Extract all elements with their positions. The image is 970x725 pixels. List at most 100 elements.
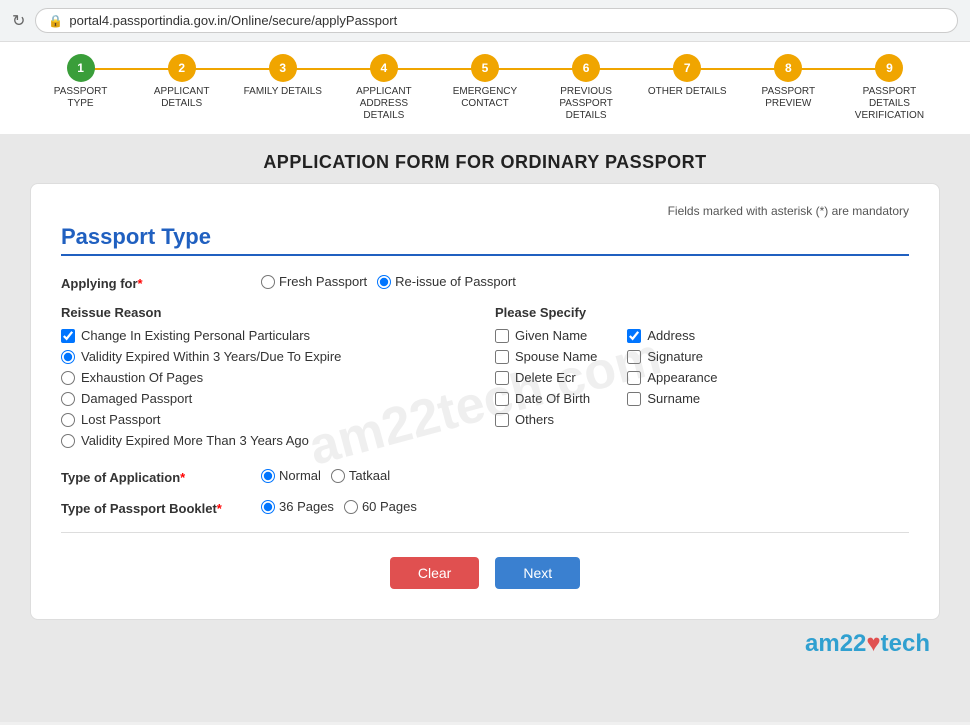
- normal-label: Normal: [279, 468, 321, 483]
- step-circle-7: 7: [673, 54, 701, 82]
- tatkaal-radio[interactable]: [331, 469, 345, 483]
- spouse-name-checkbox[interactable]: [495, 350, 509, 364]
- surname-label: Surname: [647, 391, 700, 406]
- step-circle-3: 3: [269, 54, 297, 82]
- fresh-passport-label: Fresh Passport: [279, 274, 367, 289]
- step-circle-5: 5: [471, 54, 499, 82]
- page-title: APPLICATION FORM FOR ORDINARY PASSPORT: [0, 134, 970, 183]
- step-label-2: APPLICANT DETAILS: [142, 86, 222, 110]
- reissue-left: Reissue Reason Change In Existing Person…: [61, 305, 475, 454]
- reissue-option-lost[interactable]: Lost Passport: [61, 412, 475, 427]
- reissue-option-damaged[interactable]: Damaged Passport: [61, 391, 475, 406]
- step-3[interactable]: 3 FAMILY DETAILS: [232, 54, 333, 98]
- appearance-checkbox[interactable]: [627, 371, 641, 385]
- lost-radio[interactable]: [61, 413, 75, 427]
- signature-item[interactable]: Signature: [627, 349, 717, 364]
- step-6[interactable]: 6 PREVIOUS PASSPORT DETAILS: [536, 54, 637, 122]
- 36pages-option[interactable]: 36 Pages: [261, 499, 334, 514]
- change-label: Change In Existing Personal Particulars: [81, 328, 310, 343]
- others-item[interactable]: Others: [495, 412, 597, 427]
- appearance-label: Appearance: [647, 370, 717, 385]
- reissue-option-validity3plus[interactable]: Validity Expired More Than 3 Years Ago: [61, 433, 475, 448]
- surname-checkbox[interactable]: [627, 392, 641, 406]
- reissue-option-exhaustion[interactable]: Exhaustion Of Pages: [61, 370, 475, 385]
- reissue-option-change[interactable]: Change In Existing Personal Particulars: [61, 328, 475, 343]
- application-type-options: Normal Tatkaal: [261, 468, 390, 483]
- exhaustion-label: Exhaustion Of Pages: [81, 370, 203, 385]
- normal-option[interactable]: Normal: [261, 468, 321, 483]
- appearance-item[interactable]: Appearance: [627, 370, 717, 385]
- 36pages-radio[interactable]: [261, 500, 275, 514]
- given-name-label: Given Name: [515, 328, 587, 343]
- signature-checkbox[interactable]: [627, 350, 641, 364]
- step-label-8: PASSPORT PREVIEW: [748, 86, 828, 110]
- page: 1 PASSPORT TYPE 2 APPLICANT DETAILS 3 FA…: [0, 42, 970, 722]
- 60pages-option[interactable]: 60 Pages: [344, 499, 417, 514]
- type-of-booklet-label: Type of Passport Booklet*: [61, 499, 261, 516]
- fresh-passport-option[interactable]: Fresh Passport: [261, 274, 367, 289]
- step-circle-4: 4: [370, 54, 398, 82]
- step-1[interactable]: 1 PASSPORT TYPE: [30, 54, 131, 110]
- step-7[interactable]: 7 OTHER DETAILS: [637, 54, 738, 98]
- button-row: Clear Next: [61, 557, 909, 589]
- step-4[interactable]: 4 APPLICANT ADDRESS DETAILS: [333, 54, 434, 122]
- address-bar[interactable]: 🔒 portal4.passportindia.gov.in/Online/se…: [35, 8, 958, 33]
- reissue-option-validity3[interactable]: Validity Expired Within 3 Years/Due To E…: [61, 349, 475, 364]
- signature-label: Signature: [647, 349, 703, 364]
- given-name-item[interactable]: Given Name: [495, 328, 597, 343]
- step-8[interactable]: 8 PASSPORT PREVIEW: [738, 54, 839, 110]
- reissue-passport-label: Re-issue of Passport: [395, 274, 516, 289]
- lock-icon: 🔒: [48, 14, 63, 28]
- brand-text-after: tech: [881, 630, 930, 657]
- applying-for-options: Fresh Passport Re-issue of Passport: [261, 274, 516, 289]
- change-checkbox[interactable]: [61, 329, 75, 343]
- delete-ecr-checkbox[interactable]: [495, 371, 509, 385]
- step-circle-2: 2: [168, 54, 196, 82]
- step-label-3: FAMILY DETAILS: [244, 86, 322, 98]
- surname-item[interactable]: Surname: [627, 391, 717, 406]
- others-label: Others: [515, 412, 554, 427]
- please-specify-title: Please Specify: [495, 305, 909, 320]
- 60pages-radio[interactable]: [344, 500, 358, 514]
- type-of-booklet-row: Type of Passport Booklet* 36 Pages 60 Pa…: [61, 499, 909, 516]
- step-2[interactable]: 2 APPLICANT DETAILS: [131, 54, 232, 110]
- delete-ecr-item[interactable]: Delete Ecr: [495, 370, 597, 385]
- step-9[interactable]: 9 PASSPORT DETAILS VERIFICATION: [839, 54, 940, 122]
- specify-col-2: Address Signature Appearance Surnam: [627, 328, 717, 427]
- url-text: portal4.passportindia.gov.in/Online/secu…: [69, 13, 397, 28]
- address-item[interactable]: Address: [627, 328, 717, 343]
- step-circle-8: 8: [774, 54, 802, 82]
- brand-watermark: am22♥tech: [0, 620, 970, 658]
- type-of-application-label: Type of Application*: [61, 468, 261, 485]
- reissue-section: Reissue Reason Change In Existing Person…: [61, 305, 909, 454]
- given-name-checkbox[interactable]: [495, 329, 509, 343]
- date-of-birth-item[interactable]: Date Of Birth: [495, 391, 597, 406]
- step-5[interactable]: 5 EMERGENCY CONTACT: [434, 54, 535, 110]
- validity3plus-radio[interactable]: [61, 434, 75, 448]
- tatkaal-option[interactable]: Tatkaal: [331, 468, 390, 483]
- address-checkbox[interactable]: [627, 329, 641, 343]
- validity3plus-label: Validity Expired More Than 3 Years Ago: [81, 433, 309, 448]
- applying-for-row: Applying for* Fresh Passport Re-issue of…: [61, 274, 909, 291]
- type-of-application-row: Type of Application* Normal Tatkaal: [61, 468, 909, 485]
- tatkaal-label: Tatkaal: [349, 468, 390, 483]
- refresh-icon[interactable]: ↻: [12, 11, 25, 31]
- exhaustion-radio[interactable]: [61, 371, 75, 385]
- fresh-passport-radio[interactable]: [261, 275, 275, 289]
- date-of-birth-checkbox[interactable]: [495, 392, 509, 406]
- validity3-radio[interactable]: [61, 350, 75, 364]
- date-of-birth-label: Date Of Birth: [515, 391, 590, 406]
- validity3-label: Validity Expired Within 3 Years/Due To E…: [81, 349, 341, 364]
- damaged-radio[interactable]: [61, 392, 75, 406]
- clear-button[interactable]: Clear: [390, 557, 479, 589]
- reissue-passport-option[interactable]: Re-issue of Passport: [377, 274, 516, 289]
- next-button[interactable]: Next: [495, 557, 580, 589]
- spouse-name-item[interactable]: Spouse Name: [495, 349, 597, 364]
- bottom-divider: [61, 532, 909, 533]
- step-circle-9: 9: [875, 54, 903, 82]
- normal-radio[interactable]: [261, 469, 275, 483]
- brand-text-before: am22: [805, 630, 866, 657]
- reissue-passport-radio[interactable]: [377, 275, 391, 289]
- others-checkbox[interactable]: [495, 413, 509, 427]
- reissue-right: Please Specify Given Name Spouse Name: [475, 305, 909, 454]
